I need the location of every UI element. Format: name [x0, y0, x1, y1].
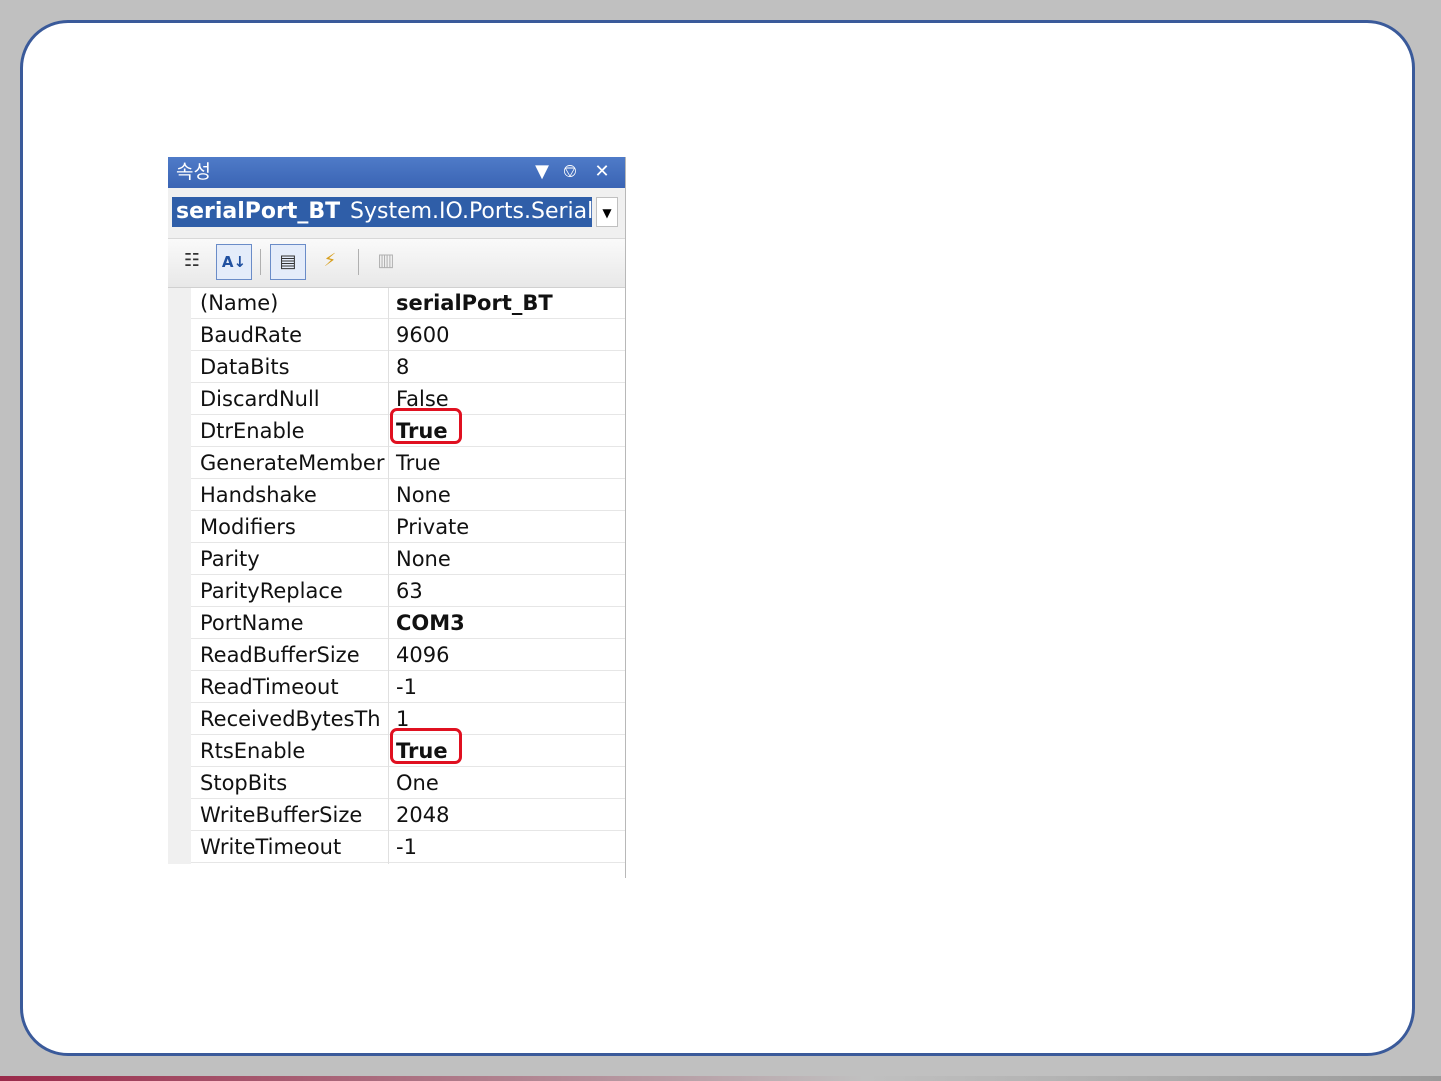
property-name[interactable]: Handshake [191, 480, 388, 511]
object-selector-field[interactable]: serialPort_BT System.IO.Ports.Serial [172, 197, 592, 227]
row-gutter [168, 416, 191, 448]
property-row[interactable]: Parity None [168, 544, 625, 576]
property-grid: (Name) serialPort_BT BaudRate 9600 DataBits 8… [168, 288, 625, 864]
row-gutter [168, 512, 191, 544]
property-row[interactable]: WriteBufferSize 2048 [168, 800, 625, 832]
property-name[interactable]: ReadTimeout [191, 672, 388, 703]
row-gutter [168, 768, 191, 800]
property-row[interactable]: DataBits 8 [168, 352, 625, 384]
property-row[interactable]: WriteTimeout -1 [168, 832, 625, 864]
property-value[interactable]: COM3 [389, 608, 625, 639]
property-row[interactable]: ParityReplace 63 [168, 576, 625, 608]
pin-icon[interactable]: ⎊ [557, 159, 583, 185]
property-name[interactable]: Modifiers [191, 512, 388, 543]
property-value[interactable]: -1 [389, 832, 625, 863]
highlight-rtsenable [390, 728, 462, 764]
property-name[interactable]: BaudRate [191, 320, 388, 351]
property-value[interactable]: None [389, 480, 625, 511]
panel-titlebar: 속성 ▼ ⎊ ✕ [168, 157, 625, 188]
property-value[interactable]: 8 [389, 352, 625, 383]
property-name[interactable]: ParityReplace [191, 576, 388, 607]
property-name[interactable]: ReadBufferSize [191, 640, 388, 671]
property-row[interactable]: BaudRate 9600 [168, 320, 625, 352]
property-name[interactable]: DiscardNull [191, 384, 388, 415]
property-value[interactable]: True [389, 448, 625, 479]
highlight-dtrenable [390, 408, 462, 444]
property-name[interactable]: GenerateMember [191, 448, 388, 479]
object-name: serialPort_BT [176, 199, 341, 224]
row-gutter [168, 576, 191, 608]
row-gutter [168, 384, 191, 416]
property-value[interactable]: Private [389, 512, 625, 543]
object-type: System.IO.Ports.Serial [350, 199, 592, 224]
property-row[interactable]: StopBits One [168, 768, 625, 800]
property-name[interactable]: DtrEnable [191, 416, 388, 447]
toolbar-separator [260, 249, 261, 275]
row-gutter [168, 608, 191, 640]
object-selector-dropdown-icon[interactable]: ▼ [596, 197, 618, 227]
property-row[interactable]: PortName COM3 [168, 608, 625, 640]
property-name[interactable]: PortName [191, 608, 388, 639]
row-gutter [168, 448, 191, 480]
row-gutter [168, 480, 191, 512]
row-gutter [168, 736, 191, 768]
row-gutter [168, 832, 191, 864]
property-value[interactable]: One [389, 768, 625, 799]
property-value[interactable]: -1 [389, 672, 625, 703]
property-name[interactable]: (Name) [191, 288, 388, 319]
row-gutter [168, 704, 191, 736]
property-name[interactable]: ReceivedBytesTh [191, 704, 388, 735]
property-row[interactable]: GenerateMember True [168, 448, 625, 480]
row-gutter [168, 800, 191, 832]
row-gutter [168, 320, 191, 352]
property-row[interactable]: Modifiers Private [168, 512, 625, 544]
property-pages-icon: ▥ [377, 250, 395, 271]
row-gutter [168, 640, 191, 672]
row-gutter [168, 288, 191, 320]
toolbar-separator [358, 249, 359, 275]
properties-panel: 속성 ▼ ⎊ ✕ serialPort_BT System.IO.Ports.S… [168, 157, 626, 878]
property-name[interactable]: Parity [191, 544, 388, 575]
property-row[interactable]: ReadTimeout -1 [168, 672, 625, 704]
row-gutter [168, 544, 191, 576]
bottom-accent-bar [0, 1076, 1441, 1081]
properties-toolbar: ☷ A↓ ▤ ⚡ ▥ [168, 239, 625, 288]
property-row[interactable]: Handshake None [168, 480, 625, 512]
property-value[interactable]: 63 [389, 576, 625, 607]
events-icon[interactable]: ⚡ [312, 244, 348, 280]
property-value[interactable]: 9600 [389, 320, 625, 351]
dropdown-arrow-icon[interactable]: ▼ [529, 159, 555, 185]
property-value[interactable]: None [389, 544, 625, 575]
property-row[interactable]: (Name) serialPort_BT [168, 288, 625, 320]
property-name[interactable]: RtsEnable [191, 736, 388, 767]
property-name[interactable]: DataBits [191, 352, 388, 383]
property-name[interactable]: WriteTimeout [191, 832, 388, 863]
property-value[interactable]: 4096 [389, 640, 625, 671]
alphabetical-icon[interactable]: A↓ [216, 244, 252, 280]
panel-title: 속성 [176, 161, 211, 183]
properties-icon[interactable]: ▤ [270, 244, 306, 280]
categorized-icon[interactable]: ☷ [174, 244, 210, 280]
object-selector[interactable]: serialPort_BT System.IO.Ports.Serial ▼ [168, 188, 625, 239]
property-value[interactable]: 2048 [389, 800, 625, 831]
property-name[interactable]: StopBits [191, 768, 388, 799]
property-name[interactable]: WriteBufferSize [191, 800, 388, 831]
close-icon[interactable]: ✕ [589, 159, 615, 185]
property-row[interactable]: ReadBufferSize 4096 [168, 640, 625, 672]
row-gutter [168, 672, 191, 704]
property-value[interactable]: serialPort_BT [389, 288, 625, 319]
row-gutter [168, 352, 191, 384]
